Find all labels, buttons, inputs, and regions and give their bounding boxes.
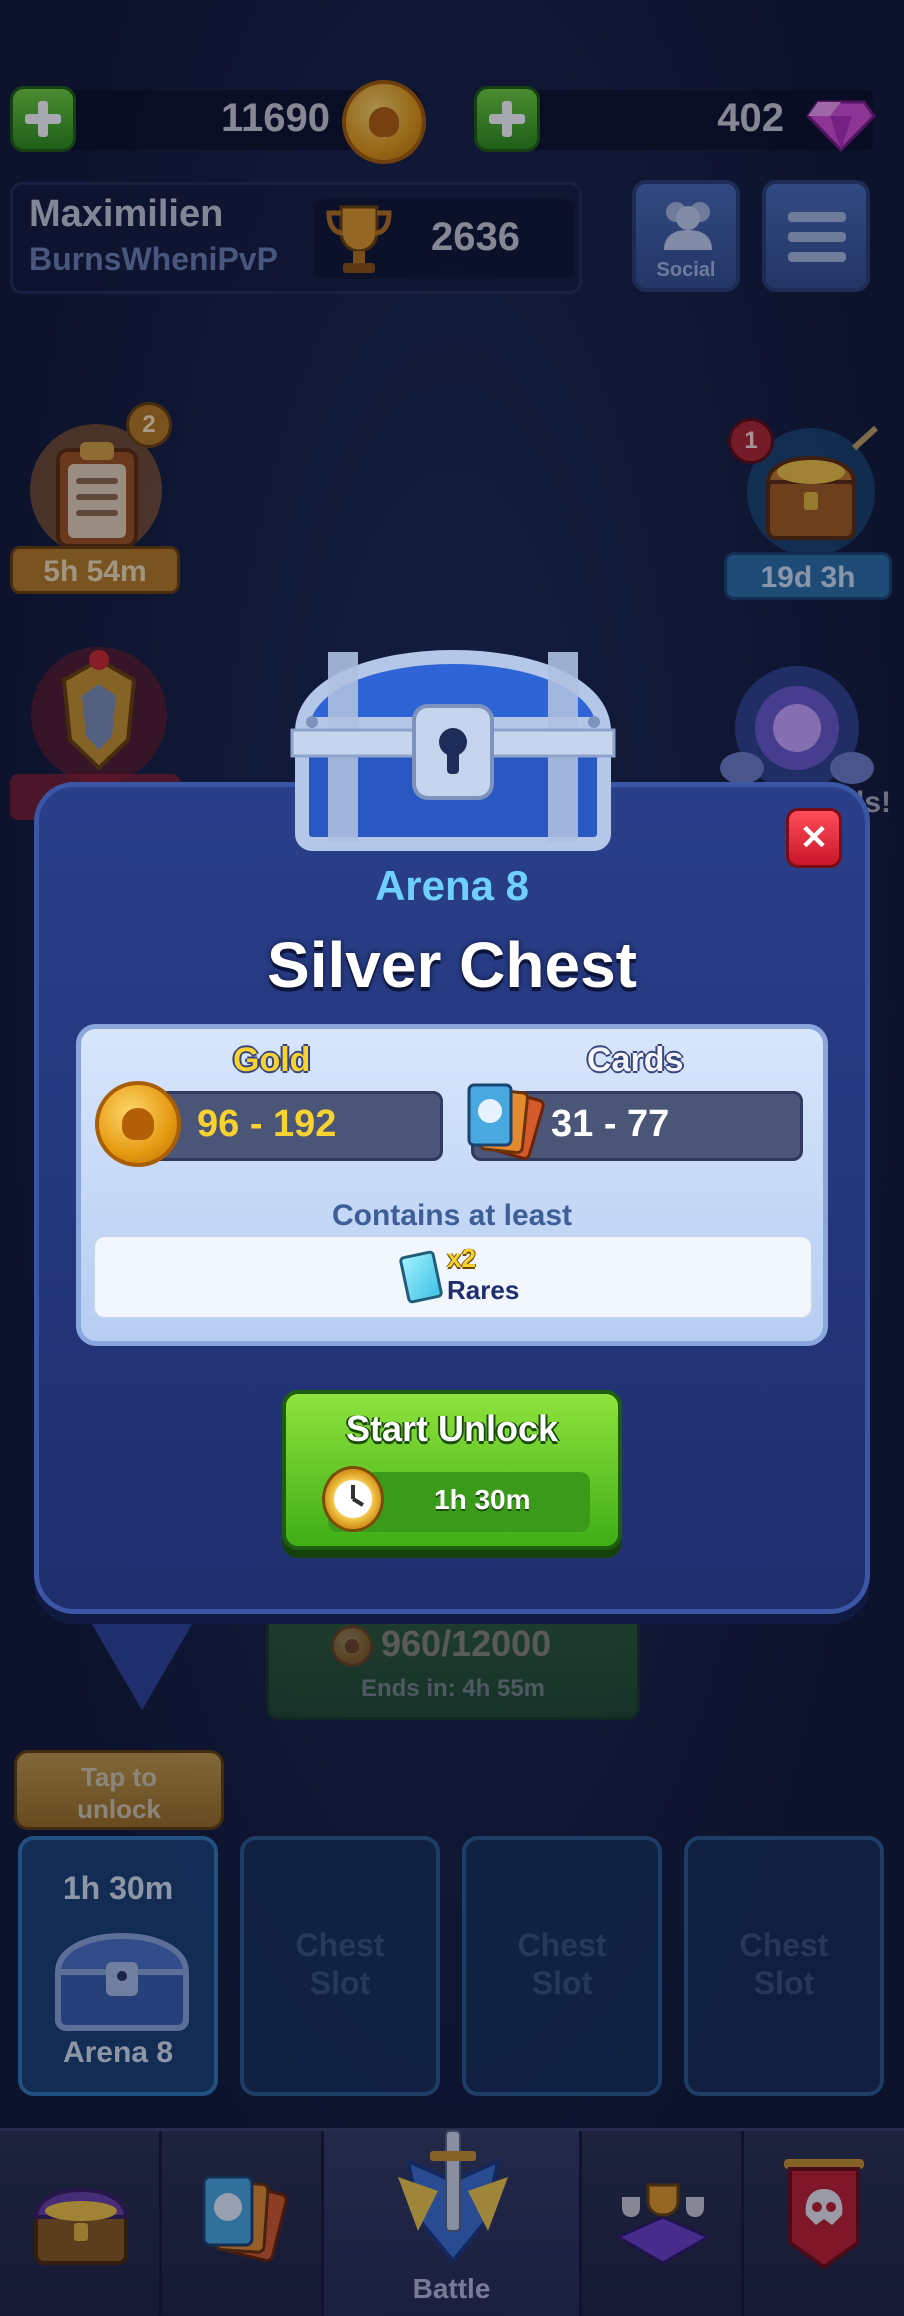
cards-label: Cards <box>587 1041 684 1079</box>
rare-count: x2 <box>447 1243 476 1273</box>
gold-range: 96 - 192 <box>197 1103 337 1145</box>
rare-cards-box: x2 Rares <box>93 1235 813 1319</box>
gold-coin-icon <box>95 1081 181 1167</box>
contains-label: Contains at least <box>331 1199 573 1232</box>
start-unlock-label: Start Unlock <box>345 1408 559 1449</box>
close-button[interactable]: ✕ <box>786 808 842 868</box>
unlock-time: 1h 30m <box>434 1484 531 1515</box>
chest-rewards-panel: Gold 96 - 192 Cards 31 - 77 Contains at … <box>76 1024 828 1346</box>
start-unlock-button[interactable]: Start Unlock 1h 30m <box>282 1390 622 1550</box>
arena-title: Arena 8 <box>374 862 530 909</box>
rare-card-icon <box>398 1249 444 1305</box>
cards-range: 31 - 77 <box>551 1103 670 1145</box>
close-icon: ✕ <box>799 819 829 857</box>
rare-label: Rares <box>447 1275 520 1305</box>
silver-chest-icon <box>290 650 616 851</box>
cards-icon <box>467 1083 545 1160</box>
gold-label: Gold <box>233 1041 311 1079</box>
chest-title: Silver Chest <box>267 929 637 1001</box>
stopwatch-icon <box>322 1466 384 1532</box>
